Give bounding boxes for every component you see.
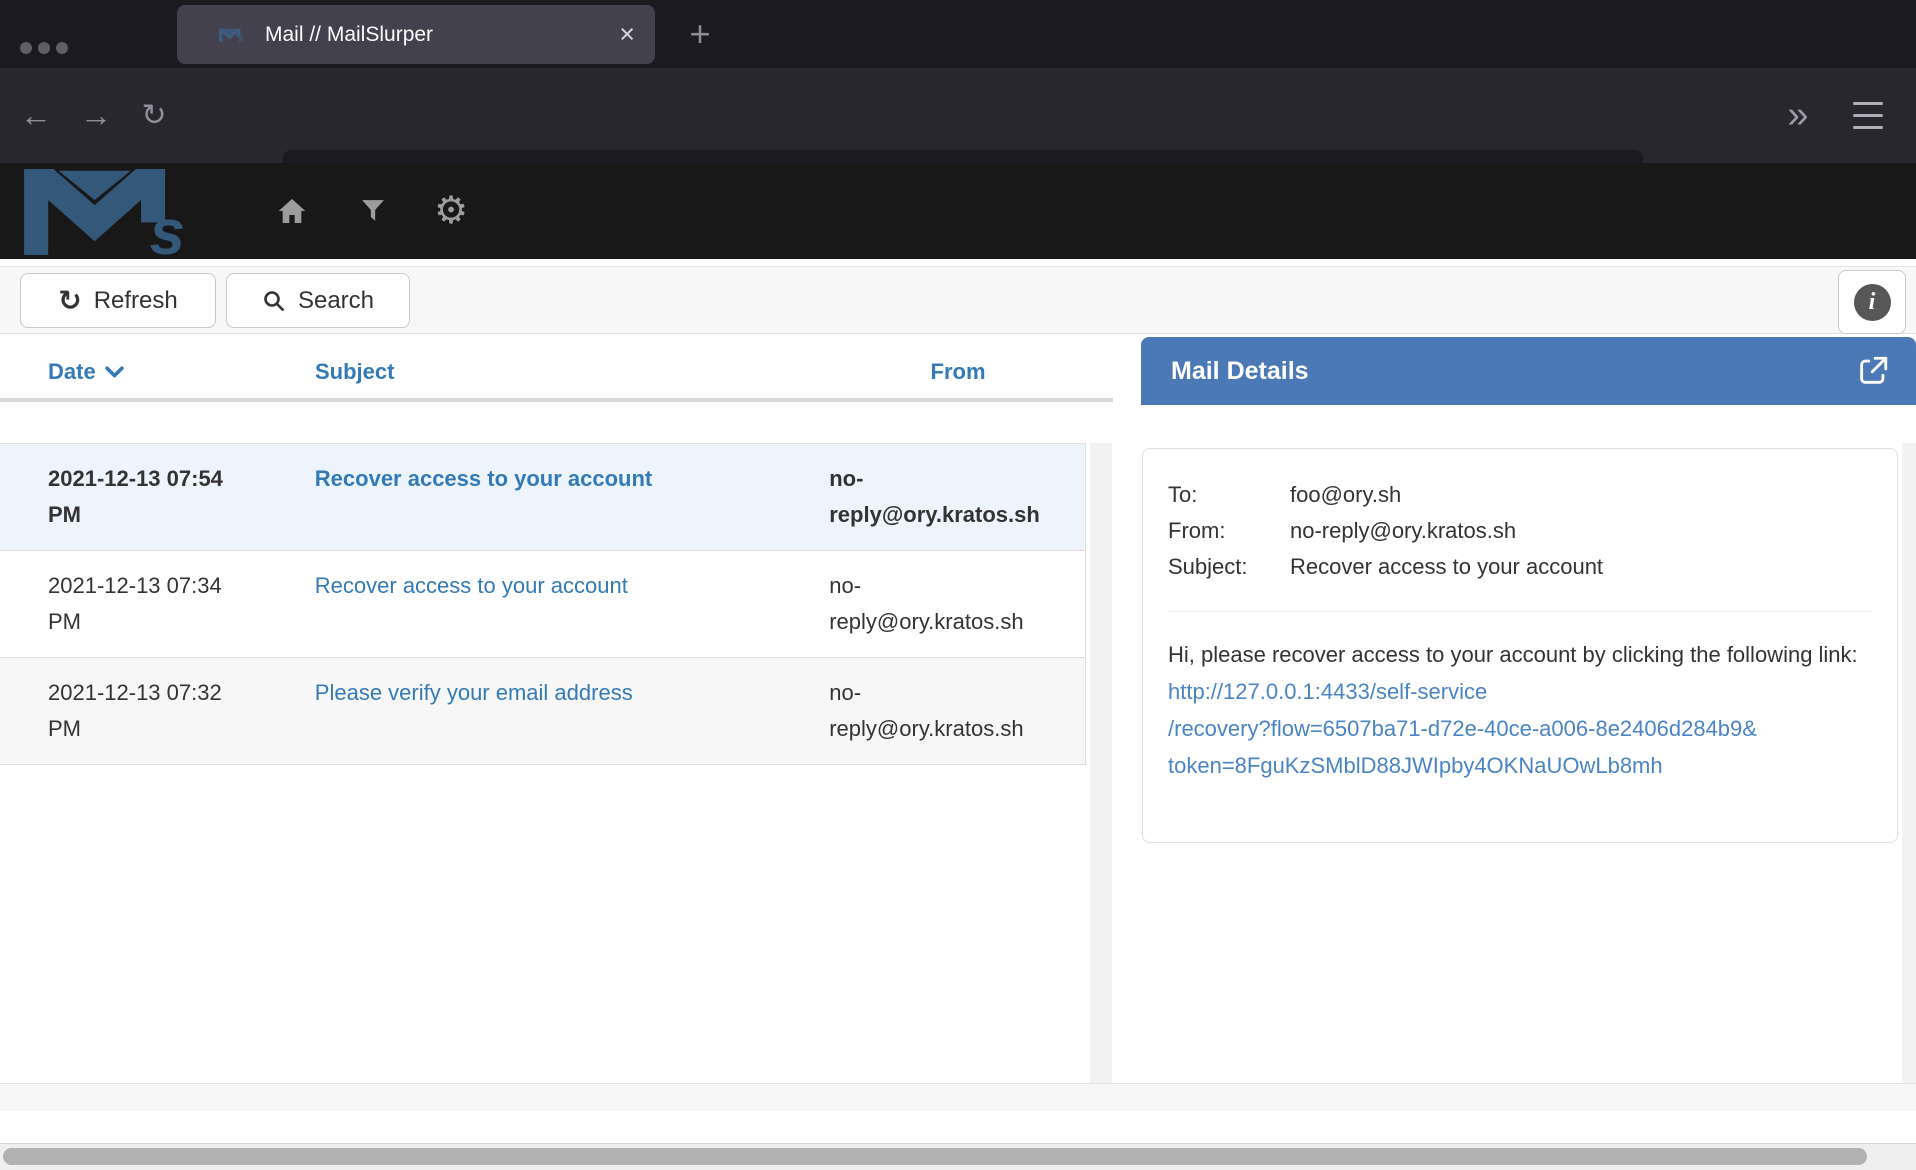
back-icon[interactable]: ← — [14, 68, 58, 163]
info-button[interactable]: i — [1838, 270, 1906, 334]
subject-label: Subject: — [1168, 549, 1290, 585]
app-toolbar: ↻ Refresh Search i — [0, 266, 1916, 334]
window-zoom-dot[interactable] — [56, 42, 68, 54]
window-close-dot[interactable] — [20, 42, 32, 54]
mail-date: 2021-12-13 07:54 PM — [0, 444, 315, 550]
window-minimize-dot[interactable] — [38, 42, 50, 54]
sort-chevron-down-icon — [105, 366, 124, 379]
mail-from: no-reply@ory.kratos.sh — [829, 444, 1085, 550]
new-tab-button[interactable]: + — [680, 14, 720, 54]
search-button[interactable]: Search — [226, 273, 410, 328]
tab-close-icon[interactable]: × — [619, 21, 635, 48]
mail-details-title: Mail Details — [1171, 357, 1856, 386]
browser-tab-strip: s Mail // MailSlurper × + — [0, 0, 1916, 68]
column-header-from: From — [830, 359, 1086, 385]
mailslurper-favicon-icon: s — [219, 27, 249, 43]
mail-from: no-reply@ory.kratos.sh — [829, 658, 1085, 764]
mailslurper-logo[interactable]: s — [22, 169, 224, 255]
window-controls[interactable] — [20, 42, 68, 54]
forward-icon[interactable]: → — [74, 68, 118, 163]
mail-subject-link[interactable]: Please verify your email address — [315, 680, 633, 705]
mailslurper-navbar: s ⚙ — [0, 163, 1916, 259]
details-scrollbar-track[interactable] — [1902, 443, 1916, 1083]
reload-icon[interactable]: ↻ — [132, 68, 176, 163]
details-divider — [1168, 611, 1873, 612]
info-icon: i — [1854, 284, 1891, 321]
refresh-icon: ↻ — [58, 287, 81, 315]
mail-date: 2021-12-13 07:34 PM — [0, 551, 315, 657]
from-label: From: — [1168, 513, 1290, 549]
svg-text:s: s — [150, 197, 185, 255]
mail-date: 2021-12-13 07:32 PM — [0, 658, 315, 764]
tab-title: Mail // MailSlurper — [265, 23, 619, 47]
column-header-date[interactable]: Date — [48, 359, 124, 385]
menu-icon[interactable] — [1853, 102, 1883, 129]
recovery-link[interactable]: http://127.0.0.1:4433/self-service/recov… — [1168, 679, 1757, 778]
svg-text:s: s — [238, 32, 243, 43]
horizontal-scrollbar[interactable] — [0, 1143, 1916, 1170]
settings-gear-icon[interactable]: ⚙ — [429, 163, 473, 259]
toolbar-overflow-icon[interactable]: » — [1770, 68, 1822, 163]
refresh-label: Refresh — [94, 287, 178, 315]
mail-from: no-reply@ory.kratos.sh — [829, 551, 1085, 657]
mail-subject-link[interactable]: Recover access to your account — [315, 573, 628, 598]
browser-toolbar: ← → ↻ 127.0.0.1:4436/# 90% » — [0, 68, 1916, 163]
mail-details-header: Mail Details — [1141, 337, 1916, 405]
subject-value: Recover access to your account — [1290, 549, 1603, 585]
home-icon[interactable] — [270, 163, 314, 259]
page-bottom-band — [0, 1084, 1916, 1111]
filter-icon[interactable] — [351, 163, 395, 259]
browser-tab[interactable]: s Mail // MailSlurper × — [177, 5, 655, 64]
from-value: no-reply@ory.kratos.sh — [1290, 513, 1516, 549]
mail-row-selected[interactable]: 2021-12-13 07:54 PM Recover access to yo… — [0, 444, 1085, 551]
mail-list-header: Date Subject From — [0, 345, 1113, 402]
mail-body-text: Hi, please recover access to your accoun… — [1168, 642, 1858, 667]
to-label: To: — [1168, 477, 1290, 513]
mail-body: Hi, please recover access to your accoun… — [1168, 636, 1873, 784]
mail-details-card: To: foo@ory.sh From: no-reply@ory.kratos… — [1142, 448, 1898, 843]
refresh-button[interactable]: ↻ Refresh — [20, 273, 216, 328]
list-scrollbar-track[interactable] — [1090, 443, 1112, 1083]
mail-list: 2021-12-13 07:54 PM Recover access to yo… — [0, 443, 1086, 765]
mail-row[interactable]: 2021-12-13 07:34 PM Recover access to yo… — [0, 551, 1085, 658]
mail-row[interactable]: 2021-12-13 07:32 PM Please verify your e… — [0, 658, 1085, 765]
horizontal-scrollbar-thumb[interactable] — [3, 1148, 1867, 1165]
mail-subject-link[interactable]: Recover access to your account — [315, 466, 652, 491]
to-value: foo@ory.sh — [1290, 477, 1401, 513]
search-label: Search — [298, 287, 374, 315]
open-external-icon[interactable] — [1856, 354, 1890, 388]
search-icon — [262, 289, 286, 313]
column-header-subject: Subject — [315, 359, 394, 385]
screen: s Mail // MailSlurper × + ← → ↻ 127.0.0.… — [0, 0, 1916, 1170]
